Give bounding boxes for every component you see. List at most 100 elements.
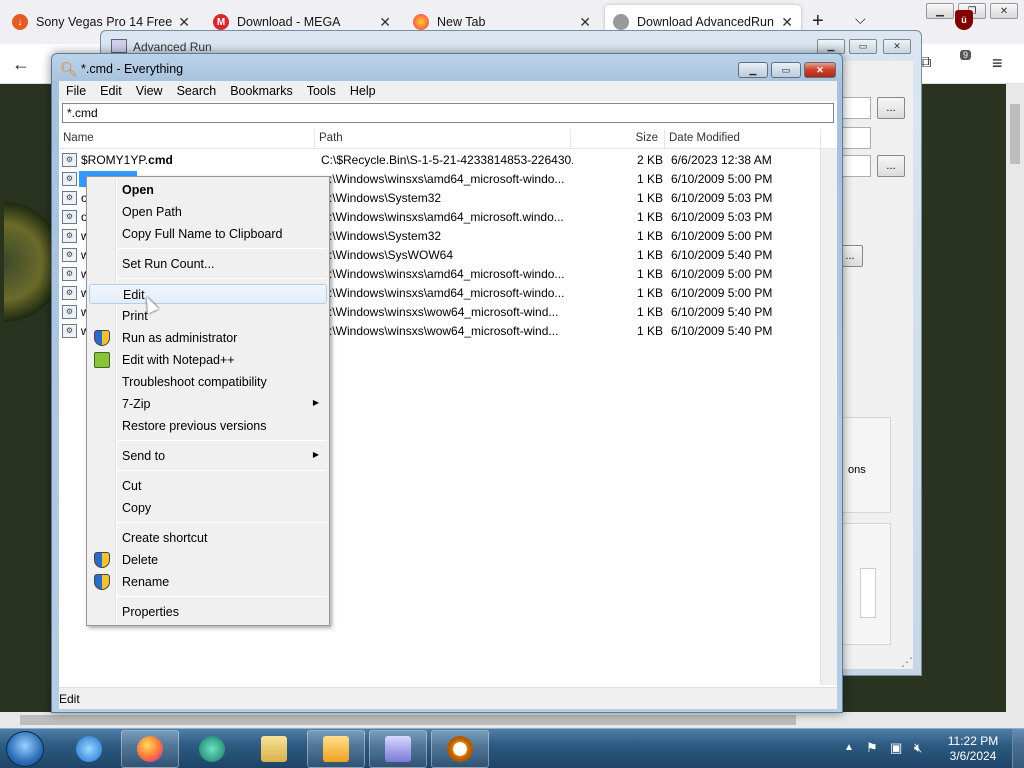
menu-item-troubleshoot[interactable]: Troubleshoot compatibility: [89, 372, 327, 392]
advancedrun-icon: [111, 39, 127, 53]
taskbar-advancedrun[interactable]: [369, 730, 427, 768]
ublock-badge: 9: [960, 50, 972, 60]
menu-separator: [117, 522, 327, 523]
minimize-button[interactable]: ▁: [926, 3, 954, 19]
file-path: :\Windows\winsxs\amd64_microsoft.windo..…: [329, 210, 564, 224]
file-size: 1 KB: [636, 191, 663, 205]
column-size[interactable]: Size: [571, 129, 665, 149]
scrollbar-thumb[interactable]: [1010, 104, 1020, 164]
show-hidden-icons-button[interactable]: ▲: [844, 742, 854, 753]
browse-button[interactable]: ...: [877, 155, 905, 177]
program-path-field[interactable]: [839, 97, 871, 119]
cmd-file-icon: ⚙: [62, 172, 77, 186]
minimize-button[interactable]: ▁: [817, 39, 845, 54]
cmd-file-icon: ⚙: [62, 267, 77, 281]
resize-grip-icon[interactable]: ⋰: [901, 655, 913, 669]
menu-bookmarks[interactable]: Bookmarks: [223, 84, 300, 98]
start-directory-field[interactable]: [839, 155, 871, 177]
tab-title: Download - MEGA: [237, 15, 341, 29]
menu-tools[interactable]: Tools: [300, 84, 343, 98]
list-all-tabs-button[interactable]: ⌵: [855, 11, 866, 28]
column-name[interactable]: Name: [59, 129, 315, 149]
table-row[interactable]: ⚙ $ROMY1YP.cmd C:\$Recycle.Bin\S-1-5-21-…: [59, 151, 837, 170]
menu-item-print[interactable]: Print: [89, 306, 327, 326]
file-path: :\Windows\winsxs\wow64_microsoft-wind...: [329, 305, 559, 319]
taskbar-firefox[interactable]: [121, 730, 179, 768]
minimize-button[interactable]: ▁: [738, 62, 768, 78]
menu-item-copy-full-name[interactable]: Copy Full Name to Clipboard: [89, 224, 327, 244]
maximize-button[interactable]: ▭: [849, 39, 877, 54]
menu-item-set-run-count[interactable]: Set Run Count...: [89, 254, 327, 274]
menu-edit[interactable]: Edit: [93, 84, 129, 98]
file-size: 1 KB: [636, 210, 663, 224]
window-title: *.cmd - Everything: [81, 62, 184, 76]
show-desktop-button[interactable]: [1012, 729, 1024, 768]
menu-item-create-shortcut[interactable]: Create shortcut: [89, 528, 327, 548]
menu-item-7zip[interactable]: 7-Zip ▶: [89, 394, 327, 414]
taskbar-internet-explorer[interactable]: [60, 730, 118, 768]
file-date: 6/10/2009 5:00 PM: [671, 172, 773, 186]
network-icon[interactable]: ▣: [890, 740, 906, 756]
menu-item-edit-notepadpp[interactable]: Edit with Notepad++: [89, 350, 327, 370]
search-input[interactable]: [62, 103, 834, 123]
menu-item-rename[interactable]: Rename: [89, 572, 327, 592]
tab-title: Download AdvancedRun 1: [637, 15, 776, 29]
maximize-button[interactable]: ▭: [771, 62, 801, 78]
ublock-origin-icon[interactable]: ü: [955, 10, 973, 30]
page-vertical-scrollbar[interactable]: [1006, 84, 1024, 712]
menu-file[interactable]: File: [59, 84, 93, 98]
menu-item-run-as-admin[interactable]: Run as administrator: [89, 328, 327, 348]
start-button[interactable]: [6, 731, 44, 767]
taskbar-browser[interactable]: [183, 730, 241, 768]
close-icon[interactable]: ✕: [579, 14, 591, 31]
cmd-file-icon: ⚙: [62, 324, 77, 338]
taskbar-file-explorer[interactable]: [245, 730, 303, 768]
menu-item-open[interactable]: Open: [89, 180, 327, 200]
menu-item-restore-versions[interactable]: Restore previous versions: [89, 416, 327, 436]
menu-item-cut[interactable]: Cut: [89, 476, 327, 496]
system-clock[interactable]: 11:22 PM 3/6/2024: [940, 734, 1006, 764]
menu-separator: [117, 596, 327, 597]
magnifier-icon: 🔍︎: [60, 61, 78, 77]
column-path[interactable]: Path: [315, 129, 571, 149]
volume-muted-icon[interactable]: 🔇︎: [914, 740, 930, 756]
close-button[interactable]: ✕: [883, 39, 911, 54]
menu-search[interactable]: Search: [170, 84, 224, 98]
clock-time: 11:22 PM: [947, 734, 999, 748]
status-bar: Edit: [59, 687, 837, 709]
list-scrollbar[interactable]: [860, 568, 876, 618]
cmd-file-icon: ⚙: [62, 191, 77, 205]
menu-help[interactable]: Help: [343, 84, 383, 98]
file-path: :\Windows\winsxs\wow64_microsoft-wind...: [329, 324, 559, 338]
cmd-file-icon: ⚙: [62, 210, 77, 224]
menu-item-delete[interactable]: Delete: [89, 550, 327, 570]
browse-button[interactable]: ...: [877, 97, 905, 119]
taskbar-everything[interactable]: [431, 730, 489, 768]
menu-item-open-path[interactable]: Open Path: [89, 202, 327, 222]
close-icon[interactable]: ✕: [379, 14, 391, 31]
menu-item-send-to[interactable]: Send to ▶: [89, 446, 327, 466]
close-button[interactable]: ✕: [990, 3, 1018, 19]
taskbar-media-player[interactable]: [307, 730, 365, 768]
back-button[interactable]: ←: [12, 54, 30, 75]
uac-shield-icon: [94, 552, 110, 568]
column-date-modified[interactable]: Date Modified: [665, 129, 821, 149]
scrollbar-thumb[interactable]: [20, 715, 796, 725]
hamburger-menu-icon[interactable]: ≡: [992, 53, 1003, 74]
close-button[interactable]: ✕: [804, 62, 836, 78]
file-path: C:\$Recycle.Bin\S-1-5-21-4233814853-2264…: [321, 153, 573, 167]
results-vertical-scrollbar[interactable]: [820, 149, 837, 685]
cmd-file-icon: ⚙: [62, 286, 77, 300]
file-path: :\Windows\winsxs\amd64_microsoft-windo..…: [329, 286, 565, 300]
menu-view[interactable]: View: [129, 84, 170, 98]
cmd-file-icon: ⚙: [62, 229, 77, 243]
close-icon[interactable]: ✕: [781, 14, 793, 31]
menu-item-properties[interactable]: Properties: [89, 602, 327, 622]
arguments-field[interactable]: [839, 127, 871, 149]
action-center-flag-icon[interactable]: ⚑: [866, 740, 882, 756]
close-icon[interactable]: ✕: [178, 14, 190, 31]
page-horizontal-scrollbar[interactable]: [0, 712, 1024, 728]
menu-item-edit[interactable]: Edit: [89, 284, 327, 304]
menu-item-copy[interactable]: Copy: [89, 498, 327, 518]
cmd-file-icon: ⚙: [62, 305, 77, 319]
